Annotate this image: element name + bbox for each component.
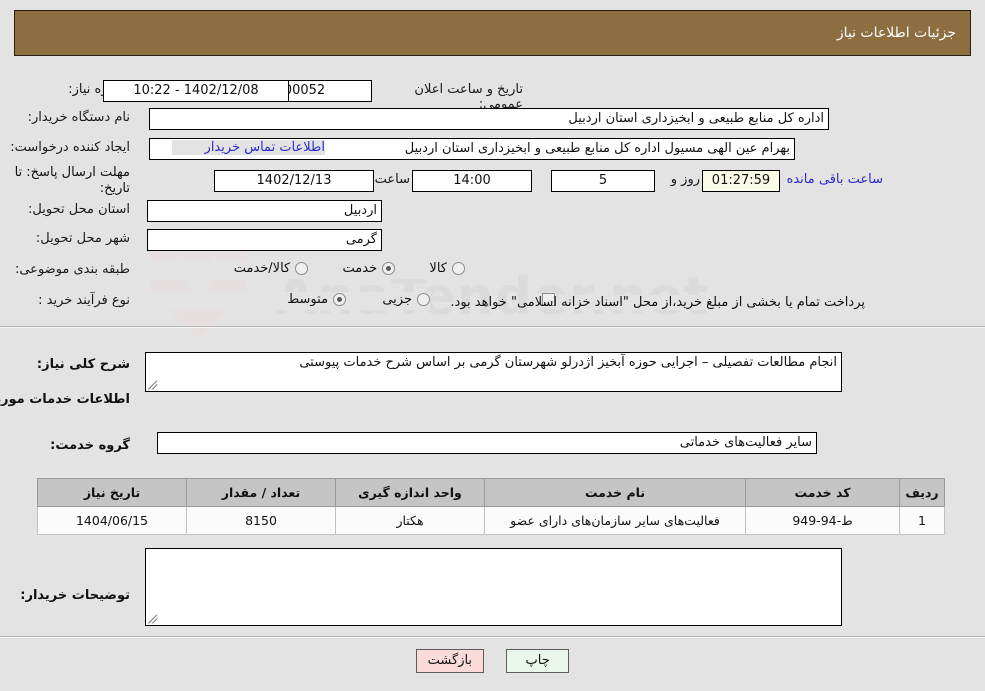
column-header-unit: واحد اندازه گیری <box>335 478 485 507</box>
deadline-date-value: 1402/12/13 <box>214 170 374 192</box>
buyer-notes-label: توضیحات خریدار: <box>20 588 130 603</box>
city-label: شهر محل تحویل: <box>5 231 130 246</box>
print-button[interactable]: چاپ <box>506 649 570 673</box>
column-header-name: نام خدمت <box>484 478 746 507</box>
classification-option-kala-khedmat[interactable]: کالا/خدمت <box>234 261 309 276</box>
section-divider-2 <box>0 636 985 638</box>
service-group-value: سایر فعالیت‌های خدماتی <box>157 432 817 454</box>
remaining-days-value: 5 <box>551 170 655 192</box>
section-divider-1 <box>0 326 985 328</box>
classification-label: طبقه بندی موضوعی: <box>5 262 130 277</box>
cell-quantity: 8150 <box>186 506 336 535</box>
province-value: اردبیل <box>147 200 382 222</box>
column-header-quantity: تعداد / مقدار <box>186 478 336 507</box>
deadline-label-text: مهلت ارسال پاسخ: تا تاریخ: <box>14 165 130 196</box>
summary-value: انجام مطالعات تفصیلی – اجرایی حوزه آبخیز… <box>299 355 837 370</box>
city-value: گرمی <box>147 229 382 251</box>
radio-jozei-icon[interactable] <box>417 293 430 306</box>
radio-kala-icon[interactable] <box>452 262 465 275</box>
buyer-org-label: نام دستگاه خریدار: <box>10 110 130 125</box>
column-header-code: کد خدمت <box>745 478 900 507</box>
cell-name: فعالیت‌های سایر سازمان‌های دارای عضو <box>484 506 746 535</box>
buyer-org-value: اداره کل منابع طبیعی و ابخیزداری استان ا… <box>149 108 829 130</box>
services-table: ردیف کد خدمت نام خدمت واحد اندازه گیری ت… <box>37 478 945 535</box>
cell-unit: هکتار <box>335 506 485 535</box>
purchase-type-option-motavaset[interactable]: متوسط <box>287 292 347 307</box>
table-header-row: ردیف کد خدمت نام خدمت واحد اندازه گیری ت… <box>37 478 945 507</box>
page-header: جزئیات اطلاعات نیاز <box>14 10 971 56</box>
countdown-timer-value: 01:27:59 <box>702 170 780 192</box>
back-button[interactable]: بازگشت <box>415 649 484 673</box>
deadline-label: مهلت ارسال پاسخ: تا تاریخ: <box>10 165 130 197</box>
cell-code: ط-94-949 <box>745 506 900 535</box>
province-label: استان محل تحویل: <box>5 202 130 217</box>
days-label: روز و <box>658 172 700 187</box>
page-title: جزئیات اطلاعات نیاز <box>836 25 956 41</box>
countdown-label: ساعت باقی مانده <box>786 172 883 187</box>
resize-grip-icon[interactable] <box>148 379 159 390</box>
requester-label: ایجاد کننده درخواست: <box>0 140 130 155</box>
treasury-note-text: پرداخت تمام یا بخشی از مبلغ خرید،از محل … <box>450 295 865 310</box>
cell-row: 1 <box>899 506 945 535</box>
radio-motavaset-icon[interactable] <box>333 293 347 306</box>
classification-option-khedmat[interactable]: خدمت <box>343 261 396 276</box>
column-header-row: ردیف <box>899 478 945 507</box>
public-announce-value: 1402/12/08 - 10:22 <box>103 80 289 102</box>
purchase-type-option-jozei[interactable]: جزیی <box>382 292 430 307</box>
summary-label: شرح کلی نیاز: <box>36 357 130 372</box>
purchase-type-label: نوع فرآیند خرید : <box>5 293 130 308</box>
cell-need-date: 1404/06/15 <box>37 506 187 535</box>
resize-grip-icon[interactable] <box>148 613 159 624</box>
deadline-time-value: 14:00 <box>412 170 532 192</box>
classification-option-kala-label: کالا <box>429 261 447 276</box>
buyer-notes-textarea[interactable] <box>145 548 842 626</box>
purchase-type-option-motavaset-label: متوسط <box>287 292 329 307</box>
classification-option-kala-khedmat-label: کالا/خدمت <box>233 261 291 276</box>
column-header-need-date: تاریخ نیاز <box>37 478 187 507</box>
purchase-type-option-jozei-label: جزیی <box>382 292 412 307</box>
classification-option-khedmat-label: خدمت <box>342 261 378 276</box>
radio-kala-khedmat-icon[interactable] <box>295 262 309 275</box>
hour-label: ساعت <box>374 172 410 187</box>
radio-khedmat-icon[interactable] <box>382 262 396 275</box>
buyer-contact-link[interactable]: اطلاعات تماس خریدار <box>205 140 325 155</box>
service-group-label: گروه خدمت: <box>50 438 130 453</box>
table-row: 1 ط-94-949 فعالیت‌های سایر سازمان‌های دا… <box>37 506 945 535</box>
services-section-heading: اطلاعات خدمات مورد نیاز <box>0 392 130 407</box>
classification-option-kala[interactable]: کالا <box>429 261 465 276</box>
summary-textarea[interactable]: انجام مطالعات تفصیلی – اجرایی حوزه آبخیز… <box>145 352 842 392</box>
